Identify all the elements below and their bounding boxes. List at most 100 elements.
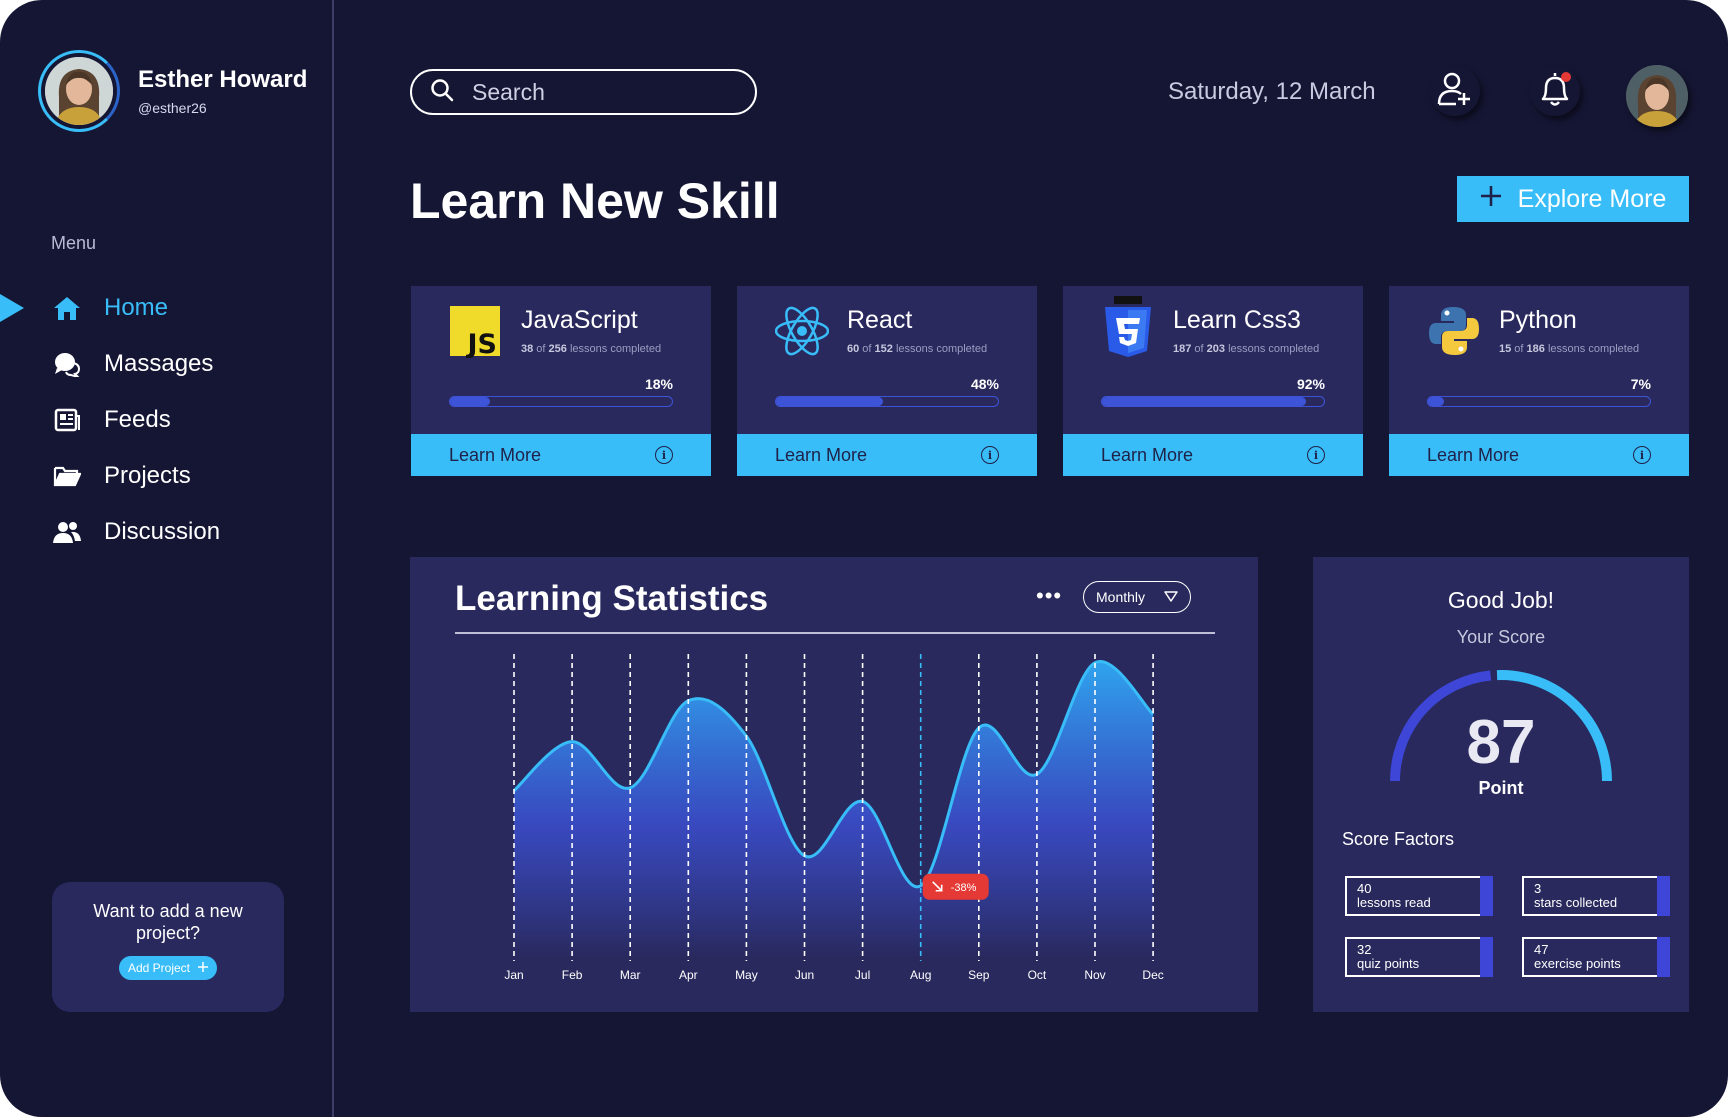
current-date: Saturday, 12 March: [1168, 78, 1376, 105]
stats-divider: [455, 632, 1215, 634]
add-project-text: Want to add a new project?: [93, 901, 243, 943]
bell-icon: [1535, 69, 1575, 114]
course-title: JavaScript: [521, 306, 638, 334]
trend-badge-label: -38%: [951, 882, 977, 894]
explore-more-button[interactable]: Explore More: [1457, 176, 1689, 222]
page-title: Learn New Skill: [410, 173, 780, 229]
factor-label: quiz points: [1357, 956, 1420, 971]
sidebar: Esther Howard @esther26 Menu Home Massag…: [0, 0, 334, 1117]
svg-text:JS: JS: [466, 329, 498, 358]
x-tick-label: Feb: [562, 968, 583, 982]
add-project-card: Want to add a new project? Add Project: [52, 882, 284, 1012]
sidebar-item-discussion[interactable]: Discussion: [0, 504, 334, 560]
add-friend-button[interactable]: [1430, 66, 1480, 116]
x-tick-label: Jun: [795, 968, 814, 982]
header-avatar[interactable]: [1626, 65, 1688, 127]
add-project-label: Add Project: [127, 961, 191, 975]
x-tick-label: Sep: [968, 968, 990, 982]
plus-icon: [198, 961, 209, 975]
user-profile[interactable]: Esther Howard @esther26: [38, 50, 307, 132]
learn-more-button[interactable]: Learn More: [775, 445, 867, 466]
learn-more-bar[interactable]: Learn More i: [737, 434, 1037, 476]
score-title: Good Job!: [1447, 587, 1555, 613]
score-factor: 47 exercise points: [1522, 937, 1670, 977]
learn-more-button[interactable]: Learn More: [1427, 445, 1519, 466]
course-card-css3[interactable]: Learn Css3 187 of 203 lessons completed …: [1063, 286, 1363, 476]
info-icon[interactable]: i: [981, 446, 999, 464]
explore-more-label: Explore More: [1517, 184, 1667, 213]
trend-badge: -38%: [922, 873, 989, 900]
chat-icon: [52, 349, 82, 379]
x-tick-label: Nov: [1084, 968, 1105, 982]
factor-value: 32: [1357, 942, 1372, 957]
chart-area-fill: [514, 661, 1154, 957]
x-tick-label: Oct: [1028, 968, 1047, 982]
factor-label: stars collected: [1534, 895, 1618, 910]
add-user-icon: [1436, 70, 1474, 113]
info-icon[interactable]: i: [1633, 446, 1651, 464]
score-card: Good Job! Your Score 87 Point Score Fact…: [1313, 557, 1689, 1012]
factor-value: 47: [1534, 942, 1549, 957]
course-lessons: 187 of 203 lessons completed: [1173, 343, 1320, 355]
plus-icon: [1480, 185, 1502, 214]
score-unit: Point: [1478, 778, 1524, 798]
more-options-icon[interactable]: •••: [1036, 585, 1062, 607]
add-project-button[interactable]: Add Project: [118, 956, 218, 980]
period-select-value: Monthly: [1096, 589, 1146, 605]
learn-more-bar[interactable]: Learn More i: [411, 434, 711, 476]
sidebar-item-projects[interactable]: Projects: [0, 448, 334, 504]
score-factor: 32 quiz points: [1345, 937, 1493, 977]
menu-label: Menu: [51, 233, 97, 253]
progress-fill: [1102, 397, 1307, 406]
x-tick-label: Apr: [679, 968, 698, 982]
info-icon[interactable]: i: [1307, 446, 1325, 464]
avatar[interactable]: [38, 50, 120, 132]
factor-value: 40: [1357, 881, 1372, 896]
user-handle: @esther26: [138, 100, 207, 116]
react-logo-icon: [774, 304, 830, 358]
search-icon: [430, 78, 454, 107]
javascript-logo-icon: JS: [449, 304, 503, 360]
home-icon: [52, 293, 82, 323]
avatar-image: [45, 57, 113, 125]
learn-more-bar[interactable]: Learn More i: [1389, 434, 1689, 476]
course-lessons: 38 of 256 lessons completed: [521, 343, 662, 355]
course-progress-bar: [775, 396, 999, 407]
score-factor: 40 lessons read: [1345, 876, 1493, 916]
course-card-javascript[interactable]: JS JavaScript 38 of 256 lessons complete…: [411, 286, 711, 476]
x-tick-label: Aug: [910, 968, 931, 982]
sidebar-item-home[interactable]: Home: [0, 280, 334, 336]
course-title: React: [847, 306, 913, 334]
period-select[interactable]: Monthly: [1083, 581, 1191, 613]
sidebar-item-label: Massages: [104, 350, 214, 377]
course-lessons: 60 of 152 lessons completed: [847, 343, 988, 355]
progress-fill: [1428, 397, 1444, 406]
learn-more-button[interactable]: Learn More: [1101, 445, 1193, 466]
sidebar-item-label: Projects: [104, 462, 191, 489]
course-lessons: 15 of 186 lessons completed: [1499, 343, 1640, 355]
learning-statistics-chart: Jan Feb Mar Apr May Jun Jul Aug Sep Oct Nov Dec -38%: [504, 654, 1164, 982]
course-percent: 7%: [1630, 376, 1651, 392]
factor-value: 3: [1534, 881, 1542, 896]
course-progress-bar: [1101, 396, 1325, 407]
people-icon: [52, 517, 82, 547]
x-tick-label: May: [735, 968, 758, 982]
active-indicator: [0, 294, 24, 322]
notifications-button[interactable]: [1530, 66, 1580, 116]
course-percent: 18%: [644, 376, 673, 392]
learn-more-button[interactable]: Learn More: [449, 445, 541, 466]
score-factors-label: Score Factors: [1342, 829, 1455, 849]
score-factor: 3 stars collected: [1522, 876, 1670, 916]
course-card-react[interactable]: React 60 of 152 lessons completed 48% Le…: [737, 286, 1037, 476]
learning-statistics-card: Jan Feb Mar Apr May Jun Jul Aug Sep Oct Nov Dec -38%…: [410, 557, 1258, 1012]
sidebar-item-feeds[interactable]: Feeds: [0, 392, 334, 448]
sidebar-item-massages[interactable]: Massages: [0, 336, 334, 392]
factor-label: lessons read: [1357, 895, 1431, 910]
learn-more-bar[interactable]: Learn More i: [1063, 434, 1363, 476]
sidebar-item-label: Home: [104, 294, 169, 321]
course-card-python[interactable]: Python 15 of 186 lessons completed 7% Le…: [1389, 286, 1689, 476]
course-percent: 92%: [1296, 376, 1325, 392]
factor-label: exercise points: [1534, 956, 1621, 971]
search-input[interactable]: Search: [410, 69, 757, 115]
info-icon[interactable]: i: [655, 446, 673, 464]
